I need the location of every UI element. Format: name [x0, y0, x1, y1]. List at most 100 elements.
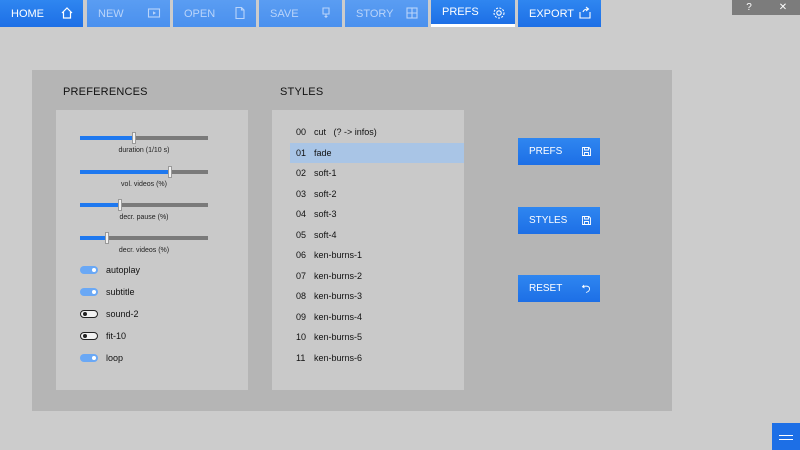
style-list-item[interactable]: 08 ken-burns-3	[290, 286, 464, 306]
toggle-knob	[83, 312, 87, 316]
save-label: SAVE	[270, 7, 299, 20]
loop-toggle-row: loop	[80, 352, 123, 364]
story-button[interactable]: STORY	[345, 0, 428, 27]
vol-videos-label: vol. videos (%)	[121, 181, 167, 188]
style-name: ken-burns-2	[314, 270, 363, 281]
style-index: 09	[296, 311, 307, 322]
loop-toggle[interactable]	[80, 354, 98, 362]
save-icon	[581, 146, 592, 157]
style-list-item[interactable]: 04 soft-3	[290, 204, 464, 224]
new-button[interactable]: NEW	[87, 0, 170, 27]
help-button[interactable]: ?	[732, 0, 766, 15]
menu-button[interactable]	[772, 423, 800, 450]
slider-fill	[80, 170, 170, 174]
style-list-item[interactable]: 10 ken-burns-5	[290, 327, 464, 347]
save-styles-button[interactable]: STYLES	[518, 207, 600, 234]
slider-thumb[interactable]	[117, 199, 122, 211]
reset-button[interactable]: RESET	[518, 275, 600, 302]
toggle-knob	[92, 268, 96, 272]
style-name: soft-3	[314, 209, 337, 219]
style-name: ken-burns-4	[314, 311, 363, 322]
style-list-item[interactable]: 11 ken-burns-6	[290, 348, 464, 368]
style-name: fade	[314, 147, 332, 158]
gear-icon	[492, 6, 506, 20]
style-name: ken-burns-3	[314, 291, 363, 301]
prefs-tab-button[interactable]: PREFS	[431, 0, 515, 27]
slider-thumb[interactable]	[167, 166, 172, 178]
style-name: ken-burns-6	[314, 352, 363, 363]
slider-fill	[80, 236, 107, 240]
style-name: cut (? -> infos)	[314, 127, 377, 137]
style-list-item[interactable]: 00 cut (? -> infos)	[290, 122, 464, 142]
style-index: 04	[296, 209, 307, 219]
style-index: 02	[296, 168, 307, 178]
styles-title: STYLES	[280, 86, 324, 98]
new-label: NEW	[98, 7, 124, 20]
slider-thumb[interactable]	[104, 232, 109, 244]
slider-fill	[80, 203, 120, 207]
style-list-item[interactable]: 05 soft-4	[290, 225, 464, 245]
style-index: 08	[296, 291, 307, 301]
home-button[interactable]: HOME	[0, 0, 83, 27]
main-panel: PREFERENCES STYLES duration (1/10 s) vol…	[32, 70, 672, 411]
toggle-knob	[92, 356, 96, 360]
toggle-knob	[83, 334, 87, 338]
decr-videos-label: decr. videos (%)	[118, 247, 170, 254]
preferences-card: duration (1/10 s) vol. videos (%) decr. …	[56, 110, 248, 390]
export-button[interactable]: EXPORT	[518, 0, 601, 27]
subtitle-label: subtitle	[106, 287, 135, 297]
style-list-item[interactable]: 07 ken-burns-2	[290, 266, 464, 286]
style-list-item[interactable]: 09 ken-burns-4	[290, 307, 464, 327]
home-label: HOME	[11, 7, 44, 20]
home-icon	[60, 6, 74, 20]
autoplay-toggle[interactable]	[80, 266, 98, 274]
grid-icon	[405, 6, 419, 20]
export-label: EXPORT	[529, 7, 575, 20]
save-prefs-button[interactable]: PREFS	[518, 138, 600, 165]
fit-10-toggle[interactable]	[80, 332, 98, 340]
decr-videos-slider[interactable]	[80, 232, 208, 244]
style-index: 11	[296, 352, 306, 363]
style-name: soft-2	[314, 188, 337, 199]
vol-videos-slider[interactable]	[80, 166, 208, 178]
style-index: 05	[296, 229, 307, 240]
top-toolbar: HOME NEW OPEN SAVE STORY PREFS EXPORT ? …	[0, 0, 800, 27]
style-list-item[interactable]: 01 fade	[290, 142, 464, 163]
style-list-item[interactable]: 06 ken-burns-1	[290, 245, 464, 265]
slider-fill	[80, 136, 134, 140]
style-name: ken-burns-1	[314, 250, 363, 260]
style-name: soft-1	[314, 168, 337, 178]
save-styles-label: STYLES	[529, 215, 568, 226]
sound-2-label: sound-2	[106, 309, 139, 319]
duration-label: duration (1/10 s)	[118, 147, 170, 154]
undo-icon	[581, 283, 592, 294]
save-button[interactable]: SAVE	[259, 0, 342, 27]
save-prefs-label: PREFS	[529, 146, 563, 157]
sound-2-toggle-row: sound-2	[80, 308, 139, 320]
sound-2-toggle[interactable]	[80, 310, 98, 318]
style-index: 07	[296, 270, 307, 281]
style-list-item[interactable]: 02 soft-1	[290, 163, 464, 183]
slider-thumb[interactable]	[131, 132, 136, 144]
style-index: 01	[296, 147, 307, 158]
decr-pause-label: decr. pause (%)	[119, 214, 169, 221]
autoplay-toggle-row: autoplay	[80, 264, 140, 276]
style-index: 06	[296, 250, 307, 260]
style-list-item[interactable]: 03 soft-2	[290, 184, 464, 204]
open-label: OPEN	[184, 7, 216, 20]
open-button[interactable]: OPEN	[173, 0, 256, 27]
video-icon	[147, 6, 161, 20]
style-index: 10	[296, 332, 307, 342]
share-icon	[578, 6, 592, 20]
reset-label: RESET	[529, 283, 563, 294]
duration-slider[interactable]	[80, 132, 208, 144]
subtitle-toggle[interactable]	[80, 288, 98, 296]
save-icon	[319, 6, 333, 20]
styles-list-card: 00 cut (? -> infos) 01 fade 02 soft-1 03 soft-2…	[272, 110, 464, 390]
save-icon	[581, 215, 592, 226]
autoplay-label: autoplay	[106, 265, 141, 275]
close-button[interactable]: ✕	[766, 0, 800, 15]
style-index: 00	[296, 127, 307, 137]
decr-pause-slider[interactable]	[80, 199, 208, 211]
style-name: ken-burns-5	[314, 332, 363, 342]
